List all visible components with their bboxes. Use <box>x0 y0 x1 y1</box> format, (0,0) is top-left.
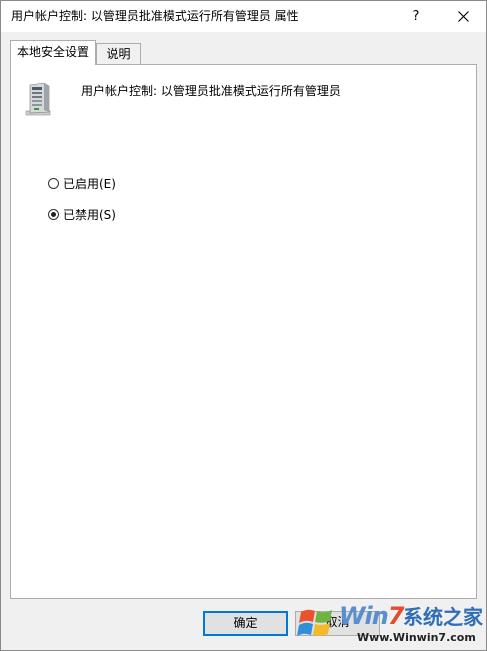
watermark-brand-cn: 系统之家 <box>403 605 483 629</box>
policy-name: 用户帐户控制: 以管理员批准模式运行所有管理员 <box>81 84 341 98</box>
tab-local-security-setting[interactable]: 本地安全设置 <box>10 40 96 65</box>
properties-dialog: 用户帐户控制: 以管理员批准模式运行所有管理员 属性 ? 本地安全设置 说明 用… <box>0 0 487 651</box>
server-icon <box>25 82 51 116</box>
tab-panel: 用户帐户控制: 以管理员批准模式运行所有管理员 已启用(E) 已禁用(S) <box>10 64 477 599</box>
close-button[interactable] <box>440 1 486 32</box>
radio-disabled-label: 已禁用(S) <box>63 207 116 222</box>
radio-disabled-circle[interactable] <box>48 208 59 220</box>
tab-explain[interactable]: 说明 <box>96 43 141 64</box>
help-button[interactable]: ? <box>393 1 439 32</box>
title-bar[interactable]: 用户帐户控制: 以管理员批准模式运行所有管理员 属性 ? <box>1 1 486 32</box>
cancel-button[interactable]: 取消 <box>295 611 380 636</box>
radio-disabled[interactable]: 已禁用(S) <box>48 206 116 222</box>
ok-button[interactable]: 确定 <box>203 611 288 636</box>
close-icon <box>457 11 469 22</box>
watermark-brand-seven: 7 <box>387 602 405 630</box>
radio-enabled[interactable]: 已启用(E) <box>48 175 116 191</box>
window-title: 用户帐户控制: 以管理员批准模式运行所有管理员 属性 <box>11 9 299 23</box>
radio-enabled-circle[interactable] <box>48 177 59 189</box>
radio-enabled-label: 已启用(E) <box>63 176 116 191</box>
